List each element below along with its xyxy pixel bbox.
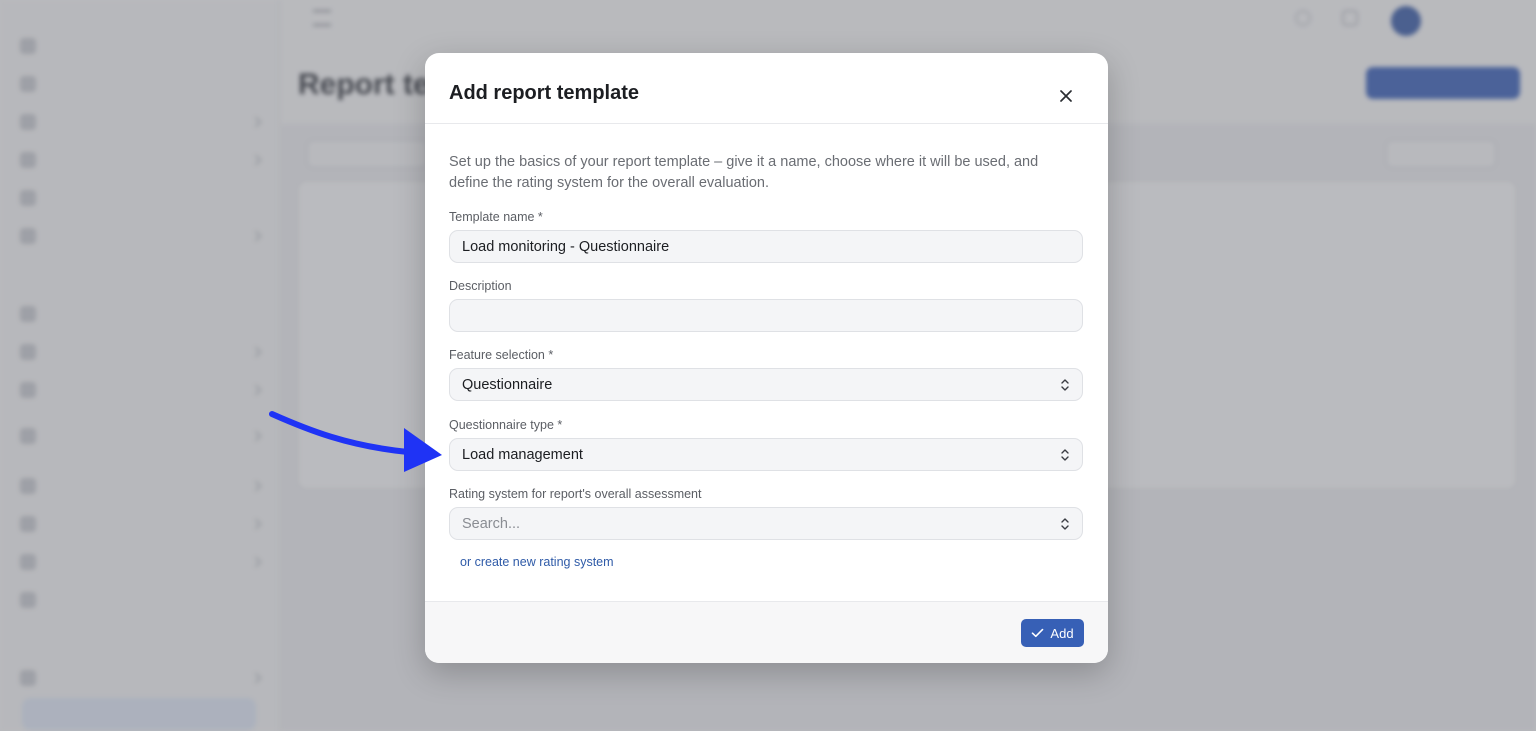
feature-selection-label: Feature selection * (449, 348, 554, 362)
questionnaire-type-value: Load management (462, 446, 583, 463)
close-button[interactable] (1055, 85, 1077, 107)
feature-selection-value: Questionnaire (462, 376, 553, 393)
dialog-intro-text: Set up the basics of your report templat… (449, 154, 1039, 191)
feature-selection-select[interactable]: Questionnaire (449, 368, 1083, 401)
dialog-header: Add report template (425, 53, 1108, 124)
updown-chevron-icon (1061, 378, 1069, 391)
create-rating-system-link[interactable]: or create new rating system (460, 555, 614, 569)
add-button[interactable]: Add (1021, 619, 1084, 647)
add-report-template-dialog: Add report template Set up the basics of… (425, 53, 1108, 663)
rating-system-placeholder: Search... (462, 515, 521, 532)
dialog-title: Add report template (449, 82, 640, 104)
description-input[interactable] (449, 299, 1083, 332)
check-icon (1032, 628, 1044, 638)
template-name-label: Template name * (449, 210, 543, 224)
description-label: Description (449, 279, 512, 293)
rating-system-combobox[interactable]: Search... (449, 507, 1083, 540)
annotation-arrow (269, 411, 442, 472)
rating-system-label: Rating system for report's overall asses… (449, 487, 702, 501)
add-button-label: Add (1050, 625, 1074, 641)
template-name-value: Load monitoring - Questionnaire (462, 238, 670, 255)
close-icon (1060, 90, 1072, 102)
dialog-footer: Add (425, 601, 1108, 663)
template-name-input[interactable]: Load monitoring - Questionnaire (449, 230, 1083, 263)
updown-chevron-icon (1061, 517, 1069, 530)
questionnaire-type-select[interactable]: Load management (449, 438, 1083, 471)
questionnaire-type-label: Questionnaire type * (449, 418, 563, 432)
updown-chevron-icon (1061, 448, 1069, 461)
